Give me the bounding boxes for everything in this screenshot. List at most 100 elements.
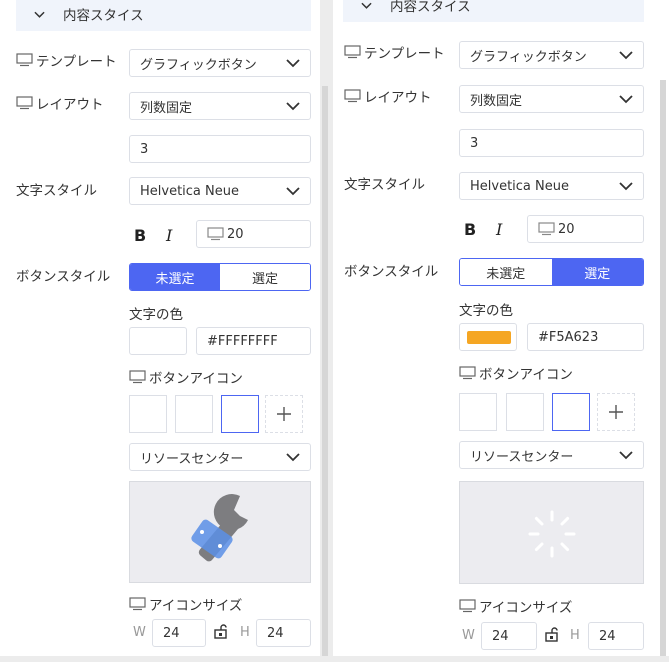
color-swatch-fill [467, 331, 511, 344]
template-select-value: グラフィックボタン [140, 57, 257, 73]
italic-button[interactable]: I [166, 226, 172, 245]
monitor-icon [129, 597, 146, 611]
template-label-text: テンプレート [36, 54, 117, 70]
text-color-label: 文字の色 [129, 307, 183, 323]
layout-select-value: 列数固定 [140, 100, 193, 116]
layout-select-value: 列数固定 [470, 93, 523, 109]
width-label: W [462, 628, 475, 643]
button-icon-label: ボタンアイコン [129, 367, 243, 387]
height-input[interactable]: 24 [588, 622, 644, 650]
font-size-input[interactable]: 20 [527, 215, 644, 243]
height-label: H [570, 628, 580, 643]
font-size-value: 20 [558, 221, 575, 237]
monitor-icon [538, 222, 555, 236]
monitor-icon [16, 53, 33, 67]
color-input[interactable]: #FFFFFFFF [196, 327, 311, 355]
height-input[interactable]: 24 [256, 619, 311, 647]
color-input[interactable]: #F5A623 [527, 323, 644, 351]
color-swatch[interactable] [129, 327, 187, 355]
add-icon-button[interactable] [265, 395, 303, 433]
resource-select[interactable]: リソースセンター [129, 443, 311, 471]
chevron-down-icon [286, 453, 300, 462]
width-input[interactable]: 24 [152, 619, 206, 647]
monitor-icon [129, 370, 146, 384]
button-icon-label-text: ボタンアイコン [149, 371, 243, 387]
icon-slot-3[interactable] [552, 393, 590, 431]
text-style-label: 文字スタイル [344, 177, 425, 193]
button-icon-label-text: ボタンアイコン [479, 367, 573, 383]
bold-button[interactable]: B [134, 226, 146, 245]
button-style-toggle: 未選定 選定 [129, 263, 311, 291]
icon-slot-2[interactable] [506, 393, 544, 431]
font-select[interactable]: Helvetica Neue [129, 177, 311, 205]
color-input-value: #F5A623 [538, 329, 599, 345]
chevron-down-icon [361, 2, 372, 9]
chevron-down-icon [286, 59, 300, 68]
font-size-input[interactable]: 20 [196, 220, 311, 248]
resource-select[interactable]: リソースセンター [459, 441, 644, 469]
width-value: 24 [163, 625, 180, 641]
template-select[interactable]: グラフィックボタン [129, 49, 311, 77]
chevron-down-icon [286, 187, 300, 196]
chevron-down-icon [619, 95, 633, 104]
icon-size-label: アイコンサイズ [459, 596, 572, 616]
font-select[interactable]: Helvetica Neue [459, 172, 644, 200]
layout-label-text: レイアウト [36, 97, 104, 113]
bold-button[interactable]: B [464, 220, 476, 239]
monitor-icon [207, 227, 224, 241]
plus-icon [277, 407, 291, 421]
color-swatch[interactable] [459, 323, 517, 351]
button-style-label: ボタンスタイル [16, 269, 111, 285]
layout-select[interactable]: 列数固定 [129, 92, 311, 120]
unlock-icon[interactable] [213, 624, 228, 639]
plus-icon [609, 405, 623, 419]
add-icon-button[interactable] [597, 393, 635, 431]
color-swatch-fill [137, 335, 181, 348]
template-select[interactable]: グラフィックボタン [459, 41, 644, 69]
font-select-value: Helvetica Neue [140, 183, 239, 199]
left-panel: 内容スタイス テンプレート グラフィックボタン レイアウト 列数固定 3 文字ス… [0, 0, 320, 656]
icon-slot-2[interactable] [175, 395, 213, 433]
font-size-value: 20 [227, 226, 244, 242]
chevron-down-icon [619, 182, 633, 191]
section-title: 内容スタイス [63, 8, 144, 24]
icon-preview [129, 481, 311, 583]
color-input-value: #FFFFFFFF [207, 333, 278, 349]
italic-button[interactable]: I [496, 220, 502, 239]
icon-slot-3[interactable] [221, 395, 259, 433]
chevron-down-icon [286, 102, 300, 111]
monitor-icon [344, 89, 361, 103]
left-scrollbar[interactable] [322, 86, 328, 656]
section-header[interactable]: 内容スタイス [343, 0, 644, 22]
icon-slot-1[interactable] [129, 395, 167, 433]
resource-select-value: リソースセンター [470, 449, 574, 465]
icon-preview [459, 481, 644, 584]
resource-select-value: リソースセンター [140, 451, 244, 467]
template-select-value: グラフィックボタン [470, 49, 587, 65]
unlock-icon[interactable] [544, 627, 559, 642]
seg-selected[interactable]: 選定 [551, 259, 643, 285]
layout-label: レイアウト [16, 93, 104, 113]
chevron-down-icon [619, 51, 633, 60]
layout-select[interactable]: 列数固定 [459, 85, 644, 113]
layout-label-text: レイアウト [364, 90, 432, 106]
width-label: W [133, 625, 146, 640]
seg-unselected[interactable]: 未選定 [130, 264, 220, 290]
icon-slot-1[interactable] [459, 393, 497, 431]
right-scrollbar[interactable] [660, 80, 666, 656]
button-icon-label: ボタンアイコン [459, 363, 573, 383]
columns-input-value: 3 [470, 135, 479, 151]
right-panel: 内容スタイス テンプレート グラフィックボタン レイアウト 列数固定 3 文字ス… [333, 0, 669, 656]
seg-selected[interactable]: 選定 [220, 264, 310, 290]
width-input[interactable]: 24 [481, 622, 537, 650]
columns-input[interactable]: 3 [459, 129, 644, 157]
seg-unselected[interactable]: 未選定 [460, 259, 552, 285]
columns-input[interactable]: 3 [129, 135, 311, 163]
section-header[interactable]: 内容スタイス [16, 0, 311, 31]
monitor-icon [344, 45, 361, 59]
width-value: 24 [492, 628, 509, 644]
columns-input-value: 3 [140, 141, 149, 157]
monitor-icon [459, 366, 476, 380]
layout-label: レイアウト [344, 86, 432, 106]
height-value: 24 [599, 628, 616, 644]
